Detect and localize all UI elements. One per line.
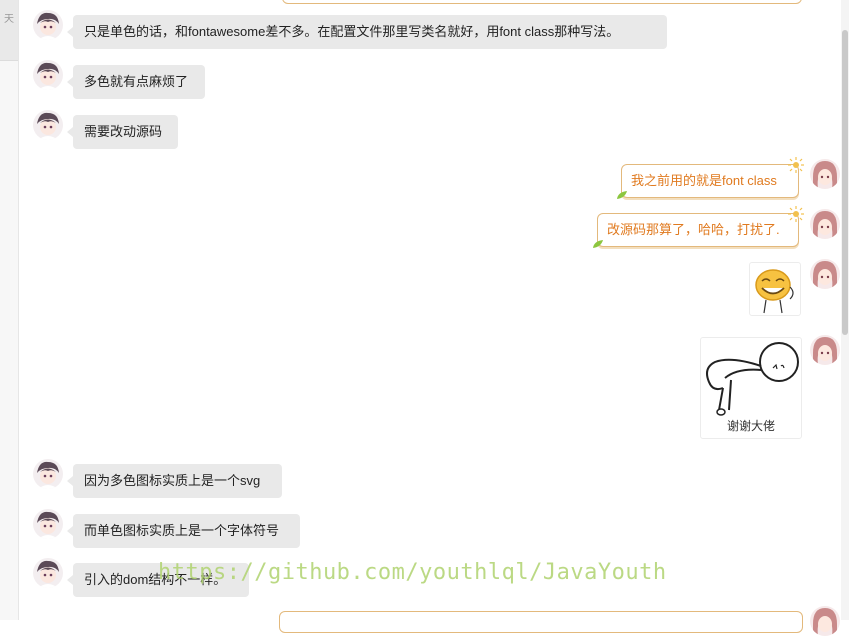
sticker-message[interactable]: 谢谢大佬 [700, 337, 802, 439]
other-user-avatar[interactable] [33, 60, 63, 90]
pink-hair-girl-avatar-icon [810, 159, 840, 189]
leaf-decoration-icon [593, 240, 603, 248]
message-bubble-left: 因为多色图标实质上是一个svg [67, 464, 282, 498]
anime-girl-avatar-icon [33, 459, 63, 489]
sidebar-tab[interactable]: 天 [0, 0, 18, 61]
self-avatar[interactable] [810, 159, 840, 189]
sun-decoration-icon [788, 157, 804, 173]
self-avatar[interactable] [810, 335, 840, 365]
message-bubble-right: 我之前用的就是font class [617, 157, 804, 199]
leaf-decoration-icon [617, 191, 627, 199]
message-text: 而单色图标实质上是一个字体符号 [84, 523, 280, 538]
scrollbar-thumb[interactable] [842, 30, 848, 335]
anime-girl-avatar-icon [33, 558, 63, 588]
anime-girl-avatar-icon [33, 509, 63, 539]
other-user-avatar[interactable] [33, 110, 63, 140]
watermark-url: https://github.com/youthlql/JavaYouth [158, 560, 667, 585]
next-message-bubble [279, 611, 803, 633]
message-text: 我之前用的就是font class [631, 173, 777, 188]
sticker-message[interactable] [749, 262, 801, 316]
sidebar-tab-label: 天 [4, 14, 14, 25]
message-text: 只是单色的话，和fontawesome差不多。在配置文件那里写类名就好，用fon… [84, 24, 620, 39]
message-bubble-left: 而单色图标实质上是一个字体符号 [67, 514, 300, 548]
anime-girl-avatar-icon [33, 60, 63, 90]
message-text: 改源码那算了，哈哈，打扰了. [607, 222, 780, 237]
sticker-caption: 谢谢大佬 [726, 419, 775, 433]
sun-decoration-icon [788, 206, 804, 222]
bowing-stickman-sticker-icon [706, 342, 799, 416]
other-user-avatar[interactable] [33, 459, 63, 489]
message-bubble-left: 只是单色的话，和fontawesome差不多。在配置文件那里写类名就好，用fon… [67, 15, 667, 49]
anime-girl-avatar-icon [33, 10, 63, 40]
pink-hair-girl-avatar-icon [810, 606, 840, 636]
message-bubble-right: 改源码那算了，哈哈，打扰了. [593, 206, 804, 248]
chat-scrollbar[interactable] [841, 0, 849, 620]
previous-message-bubble [282, 0, 802, 4]
pink-hair-girl-avatar-icon [810, 259, 840, 289]
message-text: 因为多色图标实质上是一个svg [84, 473, 261, 488]
self-avatar[interactable] [810, 209, 840, 239]
anime-girl-avatar-icon [33, 110, 63, 140]
self-avatar[interactable] [810, 259, 840, 289]
message-bubble-left: 需要改动源码 [67, 115, 178, 149]
left-sidebar-strip: 天 [0, 0, 19, 620]
message-text: 需要改动源码 [84, 124, 163, 139]
message-bubble-left: 多色就有点麻烦了 [67, 65, 205, 99]
message-text: 多色就有点麻烦了 [84, 74, 189, 89]
self-avatar[interactable] [810, 606, 840, 636]
other-user-avatar[interactable] [33, 558, 63, 588]
other-user-avatar[interactable] [33, 10, 63, 40]
pink-hair-girl-avatar-icon [810, 335, 840, 365]
pink-hair-girl-avatar-icon [810, 209, 840, 239]
smiley-sticker-icon [755, 269, 794, 314]
other-user-avatar[interactable] [33, 509, 63, 539]
